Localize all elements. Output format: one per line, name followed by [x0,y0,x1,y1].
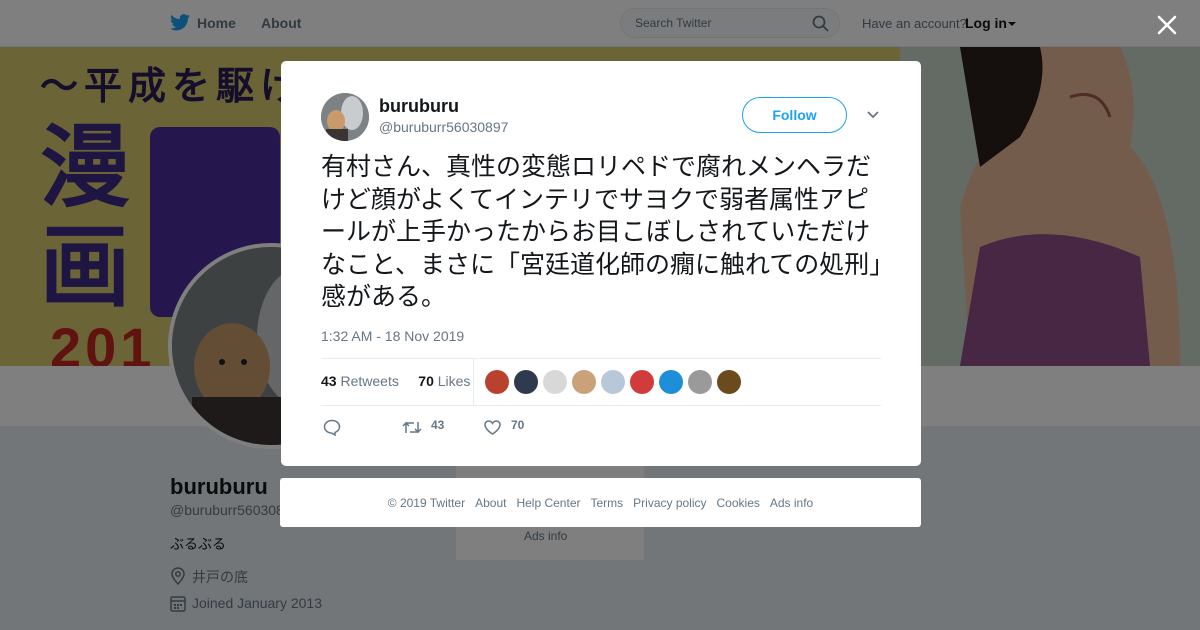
divider [321,358,881,359]
tweet-author-handle[interactable]: @buruburr56030897 [379,119,508,135]
tweet-modal: buruburu @buruburr56030897 Follow 有村さん、真… [281,61,921,466]
likes-count[interactable]: 70 [418,373,434,389]
likes-label[interactable]: Likes [438,373,471,389]
liker-avatar[interactable] [514,370,538,394]
footer-link[interactable]: About [475,496,506,510]
like-action-count[interactable]: 70 [511,418,524,432]
chevron-down-icon[interactable] [867,111,879,119]
tweet-author-name[interactable]: buruburu [379,96,459,117]
liker-avatar[interactable] [630,370,654,394]
avatar-illustration [321,93,369,141]
tweet-text: 有村さん、真性の変態ロリペドで腐れメンヘラだけど顔がよくてインテリでサヨクで弱者… [321,152,882,311]
liker-avatar[interactable] [659,370,683,394]
follow-button[interactable]: Follow [742,97,847,133]
liker-avatar[interactable] [485,370,509,394]
footer-link[interactable]: Ads info [770,496,813,510]
liker-avatar[interactable] [543,370,567,394]
tweet-timestamp[interactable]: 1:32 AM - 18 Nov 2019 [321,328,464,344]
footer-link[interactable]: Help Center [516,496,580,510]
tweet-stats: 43 Retweets 70 Likes [321,373,470,389]
footer-link[interactable]: © 2019 Twitter [388,496,465,510]
retweet-action-count[interactable]: 43 [431,418,444,432]
stats-separator [473,359,474,405]
footer-link[interactable]: Cookies [717,496,760,510]
liker-avatar[interactable] [717,370,741,394]
tweet-author-avatar[interactable] [321,93,369,141]
liker-avatar[interactable] [572,370,596,394]
liker-avatar[interactable] [601,370,625,394]
liker-avatar[interactable] [688,370,712,394]
close-icon[interactable] [1154,12,1180,38]
heart-icon[interactable] [484,420,501,435]
footer-link[interactable]: Privacy policy [633,496,706,510]
divider [321,405,881,406]
footer-links: © 2019 Twitter About Help Center Terms Priva… [280,496,921,510]
retweets-label[interactable]: Retweets [340,373,398,389]
retweets-count[interactable]: 43 [321,373,337,389]
footer-link[interactable]: Terms [590,496,623,510]
modal-footer: © 2019 Twitter About Help Center Terms Priva… [280,478,921,527]
reply-icon[interactable] [323,419,341,436]
retweet-icon[interactable] [402,420,422,435]
